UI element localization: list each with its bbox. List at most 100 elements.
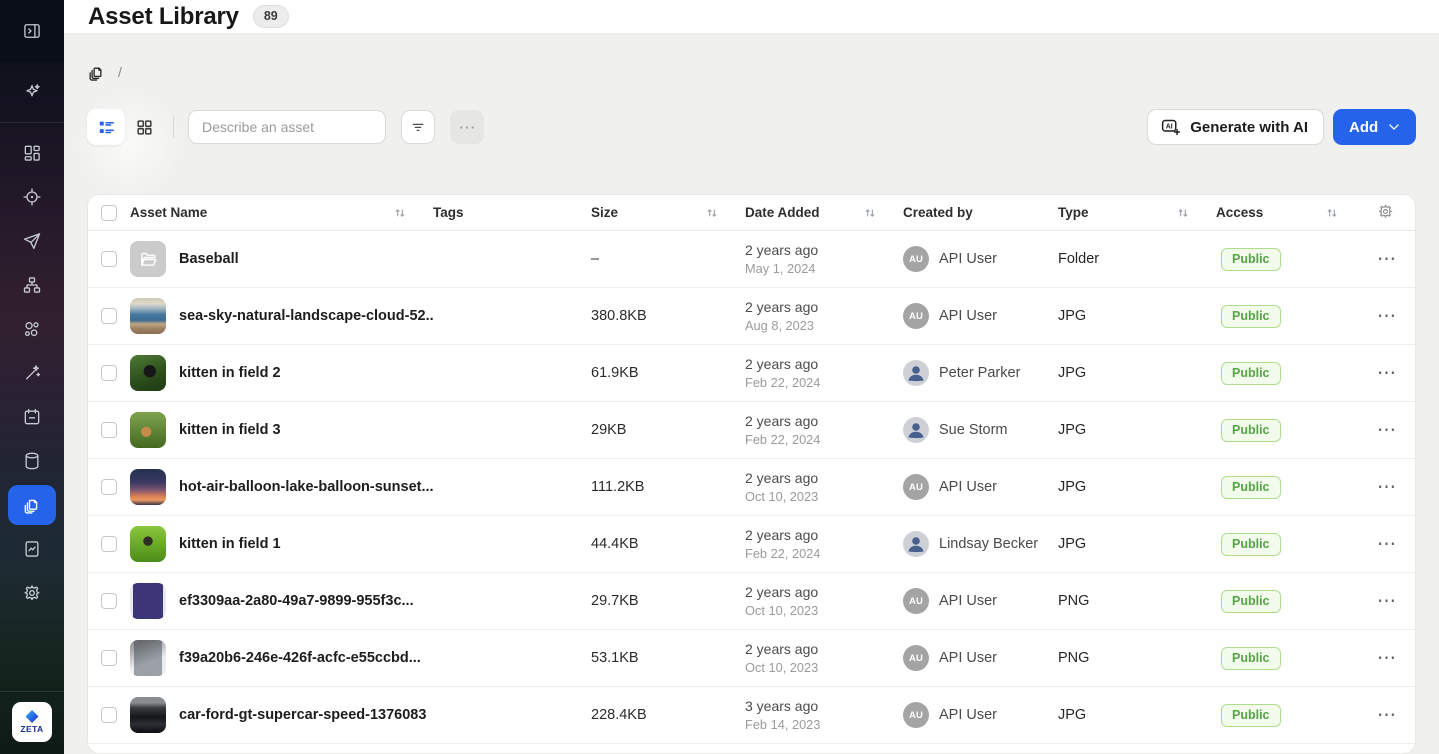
select-all-checkbox[interactable]	[101, 205, 117, 221]
page-title: Asset Library	[88, 3, 239, 31]
panel-expand-icon	[22, 21, 42, 41]
sidebar-item-ai[interactable]	[8, 72, 56, 112]
sort-icon	[1325, 206, 1339, 220]
row-menu-button[interactable]: ⋯	[1377, 592, 1397, 611]
row-menu-button[interactable]: ⋯	[1377, 364, 1397, 383]
asset-name[interactable]: ef3309aa-2a80-49a7-9899-955f3c...	[179, 593, 414, 609]
creator-avatar: AU	[903, 645, 929, 671]
topbar: Asset Library 89	[64, 0, 1439, 34]
sort-size-button[interactable]	[705, 206, 719, 220]
sidebar-item-segments[interactable]	[8, 309, 56, 349]
ai-generate-icon: AI	[1160, 117, 1181, 138]
sidebar-item-campaigns[interactable]	[8, 221, 56, 261]
sparkles-icon	[22, 82, 42, 102]
row-checkbox[interactable]	[101, 308, 117, 324]
folder-icon	[139, 250, 158, 269]
creator-name: Peter Parker	[939, 365, 1020, 381]
row-checkbox[interactable]	[101, 479, 117, 495]
grid-view-toggle[interactable]	[125, 109, 163, 145]
search-input[interactable]	[189, 111, 386, 143]
access-badge: Public	[1221, 704, 1281, 727]
row-checkbox[interactable]	[101, 650, 117, 666]
asset-thumbnail	[130, 412, 166, 448]
date-relative: 2 years ago	[745, 640, 903, 659]
sidebar-item-audiences[interactable]	[8, 177, 56, 217]
sort-date-button[interactable]	[863, 206, 877, 220]
database-icon	[22, 451, 42, 471]
zeta-logo[interactable]: ZETA	[12, 702, 52, 742]
asset-name[interactable]: kitten in field 1	[179, 536, 281, 552]
table-row[interactable]: kitten in field 1 44.4KB 2 years ago Feb…	[88, 516, 1415, 573]
access-badge: Public	[1221, 647, 1281, 670]
sort-type-button[interactable]	[1176, 206, 1190, 220]
add-button[interactable]: Add	[1333, 109, 1416, 145]
breadcrumb: /	[87, 62, 1416, 82]
table-row[interactable]: car-ford-gt-supercar-speed-1376083 228.4…	[88, 687, 1415, 744]
asset-name[interactable]: sea-sky-natural-landscape-cloud-52...	[179, 308, 433, 324]
row-menu-button[interactable]: ⋯	[1377, 307, 1397, 326]
asset-name[interactable]: kitten in field 3	[179, 422, 281, 438]
sidebar-item-reports[interactable]	[8, 529, 56, 569]
row-menu-button[interactable]: ⋯	[1377, 649, 1397, 668]
asset-thumbnail	[130, 355, 166, 391]
sidebar-expand-button[interactable]	[12, 13, 52, 49]
table-row[interactable]: ef3309aa-2a80-49a7-9899-955f3c... 29.7KB…	[88, 573, 1415, 630]
table-row[interactable]: Baseball – 2 years ago May 1, 2024 AU AP…	[88, 231, 1415, 288]
asset-name[interactable]: Baseball	[179, 251, 239, 267]
generate-with-ai-button[interactable]: AI Generate with AI	[1147, 109, 1324, 145]
circles-icon	[22, 319, 42, 339]
creator-avatar: AU	[903, 246, 929, 272]
more-actions-button[interactable]: ⋯	[450, 110, 484, 144]
list-view-toggle[interactable]	[87, 109, 125, 145]
creator-avatar: AU	[903, 474, 929, 500]
ellipsis-icon: ⋯	[459, 119, 476, 136]
creator-avatar: AU	[903, 702, 929, 728]
table-row[interactable]: sea-sky-natural-landscape-cloud-52... 38…	[88, 288, 1415, 345]
sidebar-item-data[interactable]	[8, 441, 56, 481]
row-checkbox[interactable]	[101, 593, 117, 609]
table-row[interactable]: kitten in field 2 61.9KB 2 years ago Feb…	[88, 345, 1415, 402]
sidebar-item-journeys[interactable]	[8, 265, 56, 305]
creator-name: Lindsay Becker	[939, 536, 1038, 552]
sidebar: ZETA	[0, 0, 64, 754]
sidebar-item-calendar[interactable]	[8, 397, 56, 437]
row-checkbox[interactable]	[101, 707, 117, 723]
row-checkbox[interactable]	[101, 422, 117, 438]
row-menu-button[interactable]: ⋯	[1377, 706, 1397, 725]
table-row[interactable]: kitten in field 3 29KB 2 years ago Feb 2…	[88, 402, 1415, 459]
row-checkbox[interactable]	[101, 536, 117, 552]
row-checkbox[interactable]	[101, 365, 117, 381]
asset-name[interactable]: car-ford-gt-supercar-speed-1376083	[179, 707, 426, 723]
creator-avatar	[903, 417, 929, 443]
table-row[interactable]: hot-air-balloon-lake-balloon-sunset... 1…	[88, 459, 1415, 516]
table-row[interactable]: f39a20b6-246e-426f-acfc-e55ccbd... 53.1K…	[88, 630, 1415, 687]
asset-size: –	[591, 251, 745, 267]
row-menu-button[interactable]: ⋯	[1377, 421, 1397, 440]
asset-type: JPG	[1058, 365, 1216, 381]
sidebar-item-automation[interactable]	[8, 353, 56, 393]
assets-root-icon[interactable]	[87, 63, 106, 82]
search-box	[188, 110, 386, 144]
row-menu-button[interactable]: ⋯	[1377, 250, 1397, 269]
creator-name: API User	[939, 251, 997, 267]
asset-name[interactable]: f39a20b6-246e-426f-acfc-e55ccbd...	[179, 650, 421, 666]
row-checkbox[interactable]	[101, 251, 117, 267]
sort-access-button[interactable]	[1325, 206, 1339, 220]
asset-name[interactable]: hot-air-balloon-lake-balloon-sunset...	[179, 479, 433, 495]
column-settings-button[interactable]	[1377, 203, 1394, 223]
asset-name[interactable]: kitten in field 2	[179, 365, 281, 381]
row-menu-button[interactable]: ⋯	[1377, 535, 1397, 554]
person-icon	[903, 417, 929, 443]
date-relative: 2 years ago	[745, 469, 903, 488]
asset-thumbnail	[130, 583, 166, 619]
row-menu-button[interactable]: ⋯	[1377, 478, 1397, 497]
sidebar-item-assets[interactable]	[8, 485, 56, 525]
sidebar-item-dashboard[interactable]	[8, 133, 56, 173]
sidebar-item-settings[interactable]	[8, 573, 56, 613]
person-icon	[903, 531, 929, 557]
grid-view-icon	[135, 118, 154, 137]
sort-asset-name-button[interactable]	[393, 206, 407, 220]
filter-button[interactable]	[401, 110, 435, 144]
col-asset-name: Asset Name	[130, 205, 207, 220]
date-absolute: Feb 22, 2024	[745, 545, 903, 562]
